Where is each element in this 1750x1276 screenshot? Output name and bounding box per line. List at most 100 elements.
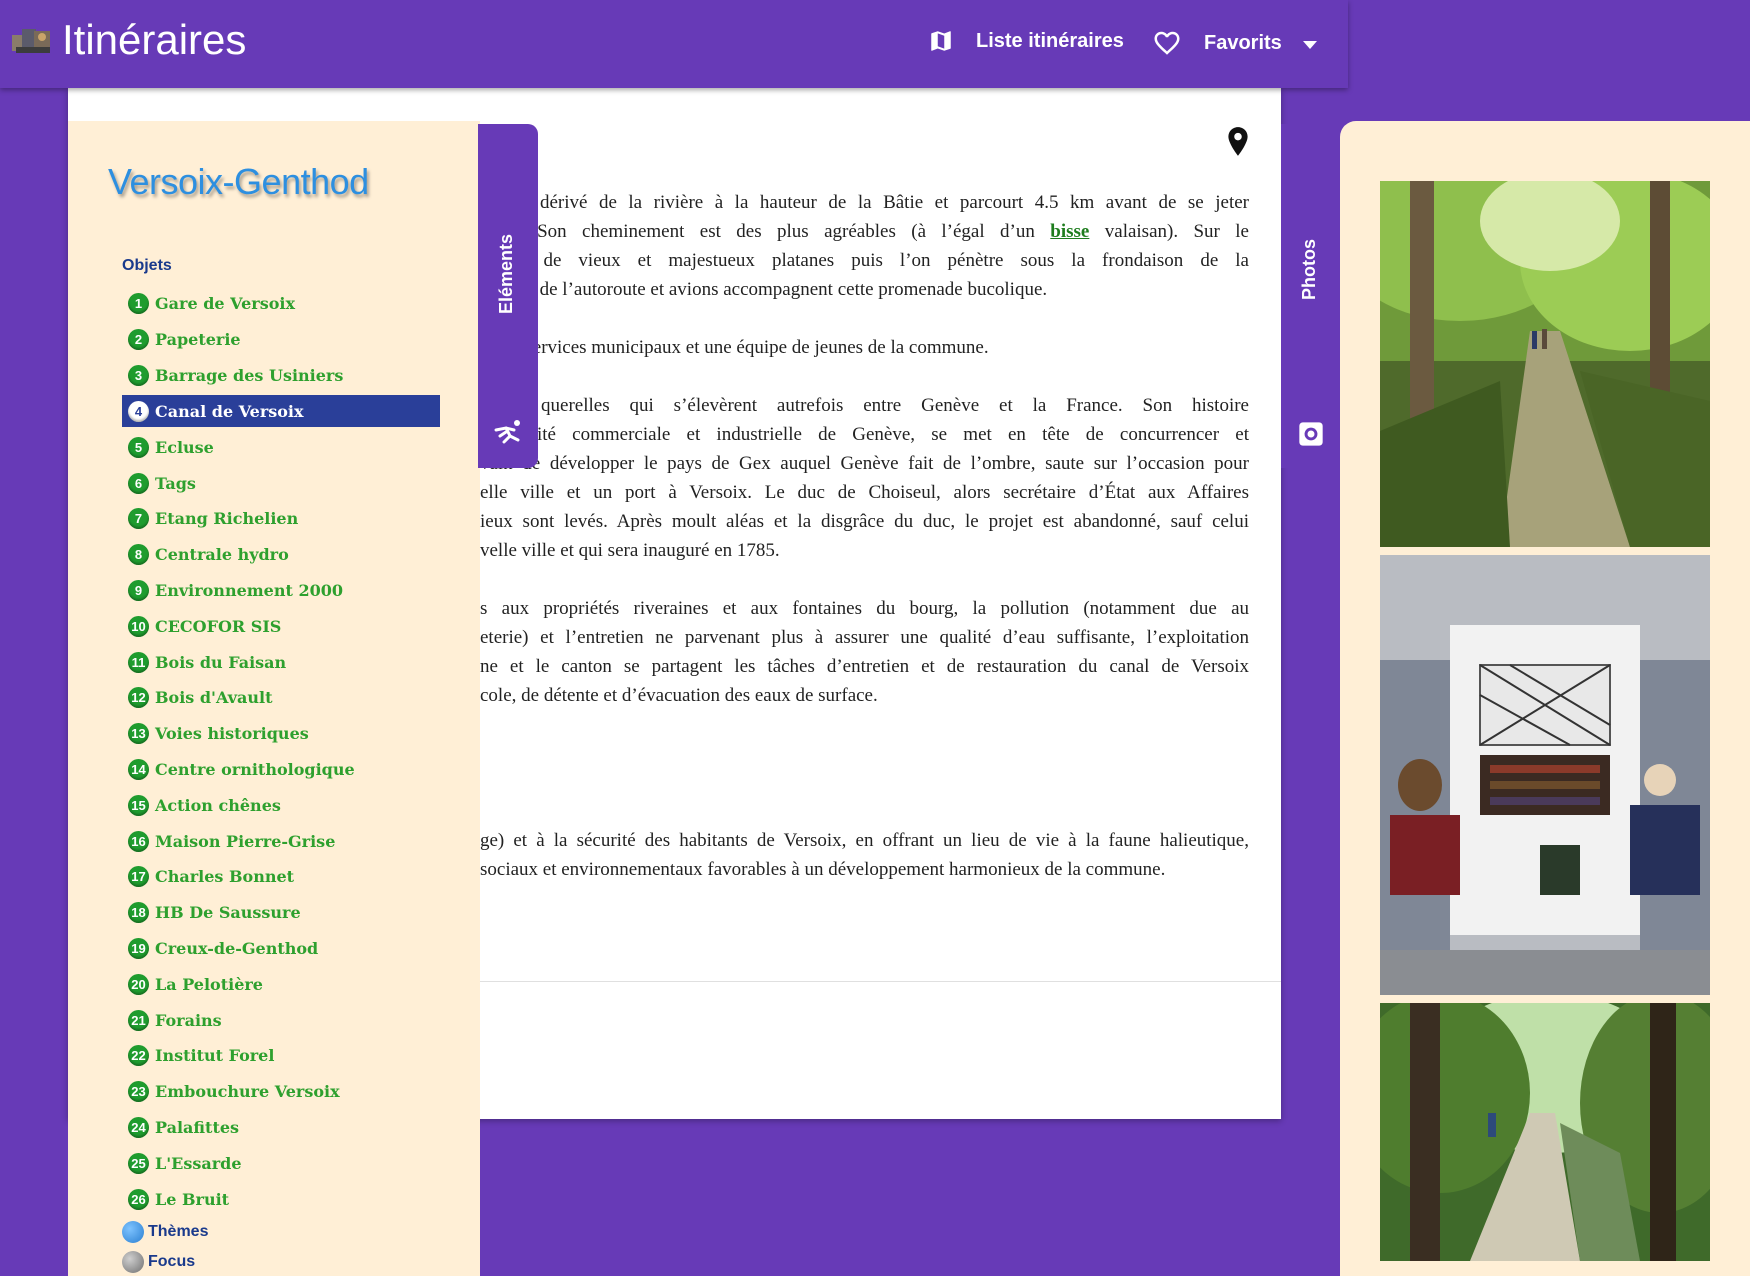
object-number-badge: 11 <box>128 651 149 673</box>
article-text: p) est dérivé de la rivière à la hauteur… <box>480 188 1249 913</box>
object-item[interactable]: 8 Centrale hydro <box>122 537 440 573</box>
object-label: Le Bruit <box>155 1189 230 1209</box>
tab-elements[interactable]: Eléments <box>478 124 538 468</box>
themes-label: Thèmes <box>148 1223 209 1241</box>
object-label: Action chênes <box>155 795 281 815</box>
nav-favorites[interactable]: Favorits <box>1152 28 1282 58</box>
tab-elements-label: Eléments <box>496 233 516 314</box>
object-label: Palafittes <box>155 1117 240 1137</box>
object-item[interactable]: 24 Palafittes <box>122 1110 440 1146</box>
content-divider <box>480 981 1281 982</box>
object-number-badge: 10 <box>128 615 149 637</box>
object-number-badge: 26 <box>128 1188 149 1210</box>
photo-mural[interactable] <box>1380 555 1710 995</box>
focus-label: Focus <box>148 1253 196 1271</box>
text-line: p) est dérivé de la rivière à la hauteur… <box>480 192 1249 213</box>
object-item[interactable]: 11 Bois du Faisan <box>122 644 440 680</box>
object-label: L'Essarde <box>155 1153 242 1173</box>
text-line: vain de développer le pays de Gex auquel… <box>480 453 1249 474</box>
object-item[interactable]: 7 Etang Richelien <box>122 501 440 537</box>
object-item[interactable]: 2 Papeterie <box>122 322 440 358</box>
heart-icon <box>1154 31 1180 55</box>
object-label: Ecluse <box>155 437 214 457</box>
caret-down-icon[interactable] <box>1303 41 1317 49</box>
text-line: ge) et à la sécurité des habitants de Ve… <box>480 830 1249 851</box>
object-item[interactable]: 18 HB De Saussure <box>122 895 440 931</box>
object-item[interactable]: 10 CECOFOR SIS <box>122 608 440 644</box>
tab-photos-label: Photos <box>1299 239 1319 300</box>
photo-canal-path[interactable] <box>1380 181 1710 547</box>
object-item[interactable]: 23 Embouchure Versoix <box>122 1074 440 1110</box>
object-item[interactable]: 13 Voies historiques <box>122 716 440 752</box>
object-item[interactable]: 9 Environnement 2000 <box>122 573 440 609</box>
text-line: s aux propriétés riveraines et aux fonta… <box>480 598 1249 619</box>
camera-icon <box>1299 422 1323 446</box>
object-item[interactable]: 14 Centre ornithologique <box>122 752 440 788</box>
object-label: Forains <box>155 1010 222 1030</box>
object-label: Charles Bonnet <box>155 867 295 887</box>
text-line: velle ville et qui sera inauguré en 1785… <box>480 540 780 561</box>
walker-icon <box>494 420 520 444</box>
paragraph-1: p) est dérivé de la rivière à la hauteur… <box>480 188 1249 304</box>
object-item[interactable]: 6 Tags <box>122 465 440 501</box>
object-item[interactable]: 19 Creux-de-Genthod <box>122 931 440 967</box>
object-number-badge: 20 <box>128 973 149 995</box>
object-label: Creux-de-Genthod <box>155 938 319 958</box>
object-label: Maison Pierre-Grise <box>155 831 336 851</box>
focus-dot-icon <box>122 1251 144 1273</box>
text-line: ne et le canton se partagent les tâches … <box>480 656 1249 677</box>
text-line: euses querelles qui s’élevèrent autrefoi… <box>480 395 1249 416</box>
object-label: Bois d'Avault <box>155 688 273 708</box>
app-title[interactable]: Itinéraires <box>62 16 246 64</box>
object-item[interactable]: 4 Canal de Versoix <box>122 395 440 428</box>
object-item[interactable]: 16 Maison Pierre-Grise <box>122 823 440 859</box>
top-app-bar: Itinéraires Liste itinéraires Favorits <box>0 0 1348 88</box>
object-item[interactable]: 25 L'Essarde <box>122 1145 440 1181</box>
object-label: Institut Forel <box>155 1046 275 1066</box>
object-item[interactable]: 12 Bois d'Avault <box>122 680 440 716</box>
themes-toggle[interactable]: Thèmes <box>122 1221 208 1243</box>
themes-dot-icon <box>122 1221 144 1243</box>
object-number-badge: 9 <box>128 579 149 601</box>
object-number-badge: 25 <box>128 1152 149 1174</box>
text-line: ieux sont levés. Après moult aléas et la… <box>480 511 1249 532</box>
object-item[interactable]: 21 Forains <box>122 1002 440 1038</box>
bisse-link[interactable]: bisse <box>1050 221 1089 242</box>
focus-toggle[interactable]: Focus <box>122 1251 195 1273</box>
object-item[interactable]: 3 Barrage des Usiniers <box>122 358 440 394</box>
object-label: Bois du Faisan <box>155 652 287 672</box>
objects-sidebar: Versoix-Genthod Objets 1 Gare de Versoix 2… <box>68 121 480 1276</box>
nav-favorites-label: Favorits <box>1204 31 1282 54</box>
photo-forest-path[interactable] <box>1380 1003 1710 1261</box>
text-line: ar les services municipaux et une équipe… <box>480 337 989 358</box>
object-item[interactable]: 26 Le Bruit <box>122 1181 440 1217</box>
object-item[interactable]: 17 Charles Bonnet <box>122 859 440 895</box>
object-item[interactable]: 1 Gare de Versoix <box>122 286 440 322</box>
nav-route-list[interactable]: Liste itinéraires <box>928 28 1124 54</box>
object-number-badge: 21 <box>128 1009 149 1031</box>
map-icon <box>931 31 951 51</box>
object-item[interactable]: 20 La Pelotière <box>122 966 440 1002</box>
text-line: rumeur de l’autoroute et avions accompag… <box>480 279 1048 300</box>
tab-photos[interactable]: Photos <box>1281 124 1341 468</box>
location-pin-icon[interactable] <box>1225 126 1251 158</box>
object-number-badge: 6 <box>128 472 149 494</box>
object-number-badge: 1 <box>128 293 149 315</box>
text-line: eterie) et l’entretien ne parvenant plus… <box>480 627 1249 648</box>
object-item[interactable]: 15 Action chênes <box>122 787 440 823</box>
text-line: elle ville et un port à Versoix. Le duc … <box>480 482 1249 503</box>
object-number-badge: 15 <box>128 794 149 816</box>
object-label: Embouchure Versoix <box>155 1082 340 1102</box>
paragraph-2: ar les services municipaux et une équipe… <box>480 333 1249 362</box>
objects-list: 1 Gare de Versoix 2 Papeterie 3 Barrage des U… <box>122 286 440 1217</box>
object-number-badge: 24 <box>128 1116 149 1138</box>
object-number-badge: 17 <box>128 866 149 888</box>
object-item[interactable]: 5 Ecluse <box>122 429 440 465</box>
object-number-badge: 12 <box>128 687 149 709</box>
text-line: prospérité commerciale et industrielle d… <box>480 424 1249 445</box>
app-logo-icon[interactable] <box>10 25 54 59</box>
object-label: Environnement 2000 <box>155 580 343 600</box>
paragraph-5: ge) et à la sécurité des habitants de Ve… <box>480 826 1249 884</box>
object-item[interactable]: 22 Institut Forel <box>122 1038 440 1074</box>
object-label: Barrage des Usiniers <box>155 365 344 385</box>
